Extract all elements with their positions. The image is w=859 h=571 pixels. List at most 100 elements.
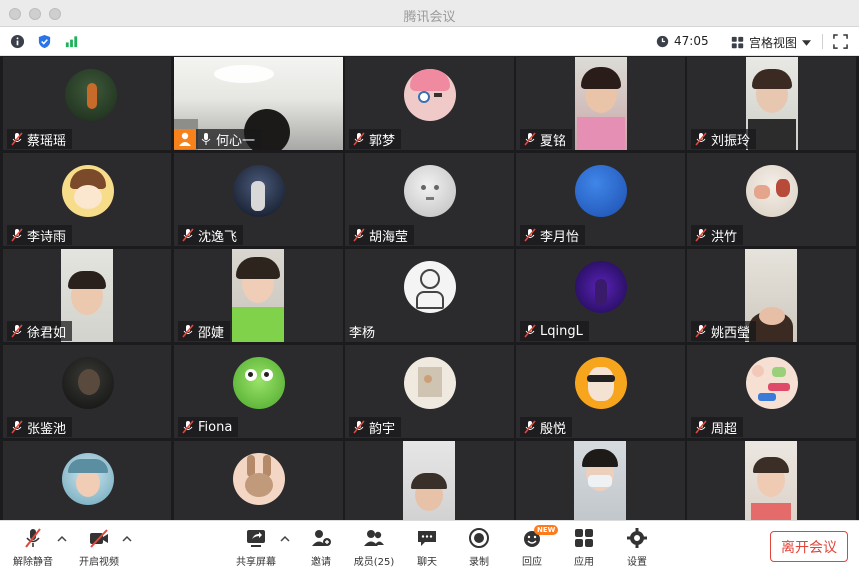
participant-nametag: 郭梦 — [349, 129, 402, 149]
info-icon[interactable] — [10, 34, 25, 49]
unmute-button[interactable]: 解除静音 — [3, 527, 63, 568]
participant-tile[interactable]: 夏铭 — [516, 57, 685, 150]
participant-name: 邵婕 — [198, 325, 225, 341]
participant-tile[interactable]: Fiona — [174, 345, 343, 438]
chat-icon — [418, 531, 436, 546]
participant-tile[interactable] — [345, 441, 514, 520]
view-mode-label: 宫格视图 — [749, 36, 798, 50]
participant-tile[interactable]: 刘振玲 — [687, 57, 856, 150]
participant-avatar — [233, 453, 285, 505]
participant-name: 刘振玲 — [711, 133, 751, 149]
video-options-chevron-up-icon[interactable] — [122, 535, 132, 543]
mic-muted-icon — [11, 324, 23, 338]
participant-tile[interactable]: 殷悦 — [516, 345, 685, 438]
mic-muted-icon — [353, 420, 365, 434]
participant-nametag: 刘振玲 — [691, 129, 757, 149]
participant-tile[interactable] — [516, 441, 685, 520]
start-video-button[interactable]: 开启视频 — [69, 527, 129, 568]
participant-name: 殷悦 — [540, 421, 567, 437]
grid-view-icon — [731, 36, 744, 49]
share-screen-label: 共享屏幕 — [236, 557, 276, 568]
participant-avatar — [575, 357, 627, 409]
participant-tile[interactable]: 周超 — [687, 345, 856, 438]
record-label: 录制 — [469, 557, 489, 568]
participant-nametag: LqingL — [520, 321, 589, 341]
mic-muted-icon — [524, 132, 536, 146]
participant-nametag: 张鉴池 — [7, 417, 73, 437]
participant-nametag: Fiona — [178, 417, 239, 437]
record-button[interactable]: 录制 — [449, 527, 509, 568]
chat-button[interactable]: 聊天 — [397, 527, 457, 568]
participant-avatar — [62, 165, 114, 217]
participant-name: LqingL — [540, 323, 583, 339]
participant-nametag: 何心一 — [174, 129, 262, 149]
timer-value: 47:05 — [674, 34, 709, 48]
share-screen-icon — [247, 530, 265, 547]
participant-tile[interactable]: 韵宇 — [345, 345, 514, 438]
mic-muted-icon — [695, 324, 707, 338]
participant-name: 郭梦 — [369, 133, 396, 149]
participant-avatar — [404, 69, 456, 121]
participant-tile[interactable]: 郭梦 — [345, 57, 514, 150]
participant-video — [232, 249, 284, 342]
participant-avatar — [233, 357, 285, 409]
share-screen-button[interactable]: 共享屏幕 — [226, 527, 286, 568]
fullscreen-icon[interactable] — [833, 34, 848, 49]
mic-muted-icon — [11, 228, 23, 242]
start-video-label: 开启视频 — [79, 557, 119, 568]
network-signal-icon[interactable] — [64, 34, 79, 49]
mic-muted-icon — [524, 420, 536, 434]
participant-name: 李月怡 — [540, 229, 580, 245]
settings-button[interactable]: 设置 — [607, 527, 667, 568]
meeting-timer: 47:05 — [656, 34, 709, 48]
invite-button[interactable]: 邀请 — [291, 527, 351, 568]
participant-nametag: 蔡瑶瑶 — [7, 129, 73, 149]
participant-tile[interactable]: 徐君如 — [3, 249, 171, 342]
participant-tile[interactable]: 李杨 — [345, 249, 514, 342]
participant-tile[interactable] — [174, 441, 343, 520]
mic-muted-icon — [524, 324, 536, 338]
mic-muted-icon — [182, 228, 194, 242]
participant-tile[interactable]: 蔡瑶瑶 — [3, 57, 171, 150]
participant-nametag: 沈逸飞 — [178, 225, 244, 245]
apps-button[interactable]: 应用 — [554, 527, 614, 568]
security-shield-icon[interactable] — [37, 34, 52, 49]
audio-options-chevron-up-icon[interactable] — [57, 535, 67, 543]
participant-tile[interactable]: 张鉴池 — [3, 345, 171, 438]
participant-tile[interactable]: 洪竹 — [687, 153, 856, 246]
active-speaker-icon — [174, 129, 196, 149]
mic-muted-icon — [695, 420, 707, 434]
mic-muted-icon — [11, 420, 23, 434]
apps-label: 应用 — [574, 557, 594, 568]
record-icon — [469, 528, 489, 548]
chevron-down-icon — [802, 39, 812, 46]
members-button[interactable]: 成员(25) — [344, 527, 404, 568]
participant-avatar — [404, 357, 456, 409]
participant-tile[interactable]: LqingL — [516, 249, 685, 342]
participant-tile[interactable]: 李诗雨 — [3, 153, 171, 246]
gear-icon — [627, 528, 647, 548]
participant-tile-speaking[interactable]: 何心一 — [174, 57, 343, 150]
unmute-label: 解除静音 — [13, 557, 53, 568]
participant-tile[interactable]: 胡海莹 — [345, 153, 514, 246]
chat-label: 聊天 — [417, 557, 437, 568]
participant-tile[interactable] — [687, 441, 856, 520]
participant-tile[interactable]: 沈逸飞 — [174, 153, 343, 246]
view-mode-selector[interactable]: 宫格视图 — [731, 34, 812, 51]
participant-name: 沈逸飞 — [198, 229, 238, 245]
participant-tile[interactable]: 邵婕 — [174, 249, 343, 342]
participant-video — [574, 441, 626, 520]
participant-name: 李诗雨 — [27, 229, 67, 245]
participant-name: 姚西瑩 — [711, 325, 751, 341]
share-options-chevron-up-icon[interactable] — [280, 535, 290, 543]
participant-tile[interactable]: 姚西瑩 — [687, 249, 856, 342]
participant-tile[interactable] — [3, 441, 171, 520]
participant-video — [403, 441, 455, 520]
participant-tile[interactable]: 李月怡 — [516, 153, 685, 246]
reactions-label: 回应 — [522, 557, 542, 568]
participant-nametag: 韵宇 — [349, 417, 402, 437]
participant-nametag: 李杨 — [349, 321, 381, 341]
participant-avatar — [404, 165, 456, 217]
leave-meeting-button[interactable]: 离开会议 — [770, 531, 848, 562]
participant-name: 胡海莹 — [369, 229, 409, 245]
